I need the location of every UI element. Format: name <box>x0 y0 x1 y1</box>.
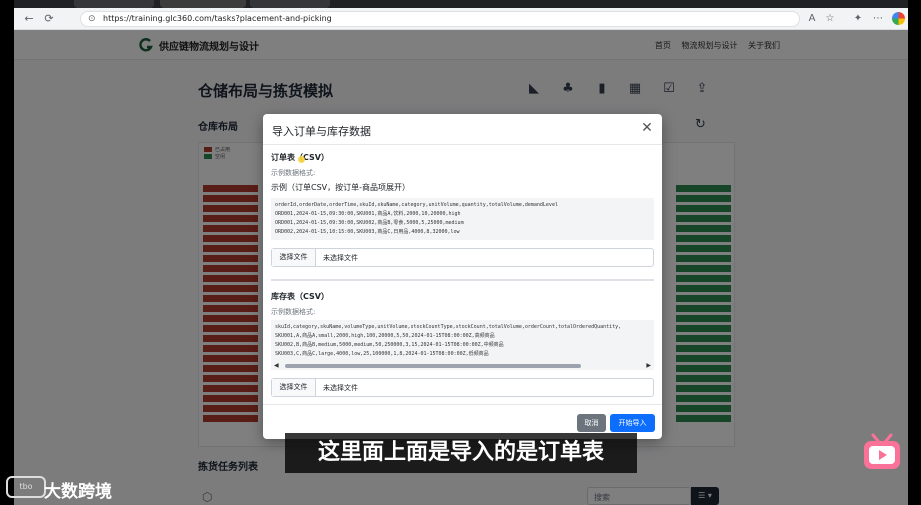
inventory-file-name: 未选择文件 <box>323 384 358 392</box>
code-line: orderId,orderDate,orderTime,skuId,skuNam… <box>275 202 558 208</box>
start-import-button[interactable]: 开始导入 <box>610 414 655 432</box>
code-horizontal-scrollbar[interactable]: ◀ ▶ <box>271 362 654 370</box>
bilibili-tv-icon <box>864 433 900 469</box>
bilibili-logo-icon: tbo <box>6 476 46 498</box>
inventory-file-input[interactable]: 选择文件 未选择文件 <box>271 378 654 397</box>
browser-tabstrip <box>14 0 908 8</box>
orders-example-caption: 示例（订单CSV，按订单-商品项展开） <box>271 183 411 192</box>
code-line: ORD002,2024-01-15,10:15:00,SKU003,商品C,日用… <box>275 229 460 235</box>
favorite-star-icon[interactable]: ☆ <box>824 13 836 25</box>
profile-icon[interactable] <box>892 12 905 25</box>
browser-tab[interactable] <box>250 0 330 8</box>
video-frame: ← ⟳ ⊙ https://training.glc360.com/tasks?… <box>0 0 921 505</box>
inventory-section-title: 库存表（CSV） <box>271 292 329 301</box>
orders-format-hint: 示例数据格式: <box>271 169 316 177</box>
scrollbar-thumb[interactable] <box>285 364 581 368</box>
inventory-format-hint: 示例数据格式: <box>271 308 316 316</box>
extensions-icon[interactable]: ✦ <box>852 13 864 25</box>
cursor-highlight <box>298 156 305 163</box>
code-line: ORD001,2024-01-15,09:30:00,SKU001,商品A,饮料… <box>275 211 461 217</box>
modal-header: 导入订单与库存数据 ✕ <box>263 114 662 145</box>
inventory-example-code: skuId,category,skuName,volumeType,unitVo… <box>271 320 654 362</box>
browser-tab[interactable] <box>74 0 154 8</box>
address-bar[interactable]: ⊙ https://training.glc360.com/tasks?plac… <box>80 11 800 27</box>
code-line: SKU002,B,商品B,medium,5000,medium,50,25000… <box>275 342 504 348</box>
read-aloud-icon[interactable]: A <box>806 13 818 25</box>
code-line: skuId,category,skuName,volumeType,unitVo… <box>275 324 622 330</box>
site-info-icon[interactable]: ⊙ <box>88 14 96 24</box>
code-line: ORD001,2024-01-15,09:30:00,SKU002,商品B,零食… <box>275 220 464 226</box>
address-url: https://training.glc360.com/tasks?placem… <box>103 14 332 23</box>
code-line: SKU001,A,商品A,small,2000,high,100,20000,5… <box>275 333 495 339</box>
cancel-button[interactable]: 取消 <box>577 414 606 432</box>
reload-icon[interactable]: ⟳ <box>42 12 56 26</box>
orders-file-name: 未选择文件 <box>323 254 358 262</box>
browser-tab-active[interactable] <box>160 0 246 8</box>
orders-choose-file-button[interactable]: 选择文件 <box>272 249 316 266</box>
section-divider <box>271 279 654 281</box>
back-icon[interactable]: ← <box>22 12 36 26</box>
video-subtitle: 这里面上面是导入的是订单表 <box>285 433 637 473</box>
browser-toolbar: ← ⟳ ⊙ https://training.glc360.com/tasks?… <box>14 8 908 30</box>
collections-icon[interactable]: ⋯ <box>872 13 884 25</box>
modal-title: 导入订单与库存数据 <box>272 125 371 138</box>
import-modal: 导入订单与库存数据 ✕ 订单表（CSV） 示例数据格式: 示例（订单CSV，按订… <box>263 114 662 439</box>
scroll-left-icon[interactable]: ◀ <box>274 362 279 370</box>
code-line: SKU003,C,商品C,large,4000,low,25,100000,1,… <box>275 351 489 357</box>
orders-file-input[interactable]: 选择文件 未选择文件 <box>271 248 654 267</box>
orders-example-code: orderId,orderDate,orderTime,skuId,skuNam… <box>271 198 654 240</box>
scroll-right-icon[interactable]: ▶ <box>646 362 651 370</box>
inventory-choose-file-button[interactable]: 选择文件 <box>272 379 316 396</box>
channel-name: 大数跨境 <box>44 482 112 502</box>
close-icon[interactable]: ✕ <box>639 120 655 136</box>
